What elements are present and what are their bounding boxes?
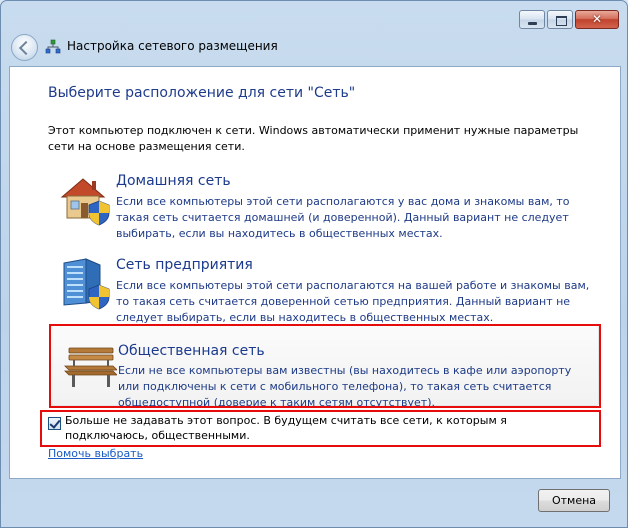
caption-buttons: ✕ [519, 10, 619, 29]
office-building-shield-icon [63, 258, 110, 310]
help-me-choose-link[interactable]: Помочь выбрать [48, 447, 143, 460]
option-home-network[interactable]: Домашняя сеть Если все компьютеры этой с… [56, 173, 602, 251]
back-button[interactable] [11, 34, 38, 61]
minimize-button[interactable] [519, 10, 545, 29]
home-shield-icon [60, 178, 110, 226]
close-button[interactable]: ✕ [575, 10, 619, 29]
cancel-button[interactable]: Отмена [538, 489, 610, 512]
window-title: Настройка сетевого размещения [67, 39, 278, 53]
window-frame: ✕ Настройка сетевого размещения Выберите… [0, 0, 628, 528]
option-description: Если все компьютеры этой сети располагаю… [116, 195, 570, 240]
close-icon: ✕ [591, 12, 603, 26]
checkbox-label: Больше не задавать этот вопрос. В будуще… [65, 414, 507, 442]
network-icon [45, 39, 61, 54]
highlight-public-network [49, 324, 601, 408]
option-title: Сеть предприятия [116, 257, 253, 273]
intro-text: Этот компьютер подключен к сети. Windows… [48, 124, 579, 153]
page-heading: Выберите расположение для сети "Сеть" [48, 85, 356, 101]
dialog-content: Выберите расположение для сети "Сеть" Эт… [9, 66, 621, 479]
treat-all-public-checkbox[interactable] [48, 417, 61, 430]
option-title: Домашняя сеть [116, 173, 231, 189]
maximize-button[interactable] [547, 10, 573, 29]
option-description: Если все компьютеры этой сети располагаю… [116, 279, 590, 324]
